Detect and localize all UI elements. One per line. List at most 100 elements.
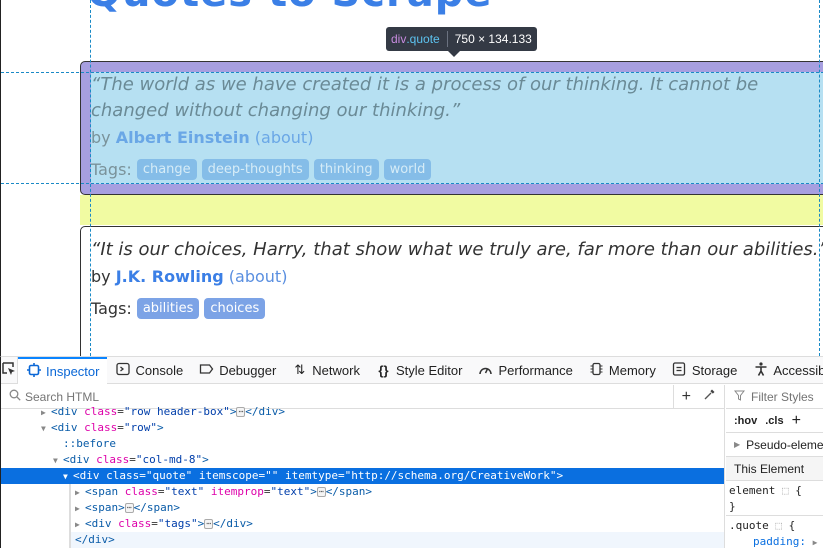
- expand-arrow-icon[interactable]: ▶: [75, 517, 85, 533]
- devtools-panel: Inspector Console Debugger ⇅ Network {} …: [0, 356, 823, 548]
- page-title[interactable]: Quotes to Scrape: [87, 0, 492, 16]
- markup-view: + ▶<div class="row header-box">⋯</div> ▼…: [1, 384, 725, 548]
- node-tag: <div: [51, 421, 78, 434]
- tab-performance[interactable]: Performance: [470, 357, 580, 384]
- collapse-arrow-icon[interactable]: ▼: [53, 453, 63, 469]
- about-link[interactable]: (about): [255, 128, 314, 147]
- tab-accessibility[interactable]: Accessibility: [745, 357, 823, 384]
- tab-inspector[interactable]: Inspector: [18, 356, 108, 384]
- markup-tree: ▶ <div class="row header-box"> ⋯ </div> ▼ <d…: [1, 404, 724, 548]
- markup-node[interactable]: ::before: [1, 436, 724, 452]
- node-attr: class: [118, 517, 152, 530]
- markup-node[interactable]: ▶ <span> ⋯ </span>: [69, 500, 724, 516]
- node-close-tag: </div>: [245, 405, 286, 418]
- expand-arrow-icon[interactable]: ▶: [75, 485, 85, 501]
- expand-arrow-icon[interactable]: ▶: [75, 501, 85, 517]
- tab-memory[interactable]: Memory: [581, 357, 664, 384]
- node-attr-value: "text": [270, 485, 311, 498]
- markup-node[interactable]: ▶ <div class="tags"> ⋯ </div>: [69, 516, 724, 532]
- ellipsis-button[interactable]: ⋯: [124, 503, 134, 513]
- filter-styles-input[interactable]: Filter Styles: [751, 390, 814, 404]
- expand-arrow-icon: ▶: [734, 440, 741, 449]
- ellipsis-button[interactable]: ⋯: [236, 407, 246, 417]
- markup-node-selected[interactable]: ▼ <div class="quote" itemscope="" itemtyp…: [1, 468, 724, 484]
- element-rule: element ⬚ { }: [726, 481, 823, 516]
- tab-storage[interactable]: Storage: [664, 357, 746, 384]
- hov-toggle[interactable]: :hov: [734, 415, 757, 427]
- guide-line: [90, 0, 91, 356]
- node-attr: itemscope: [198, 469, 259, 482]
- margin-highlight: [80, 195, 823, 225]
- element-picker-icon: [1, 361, 17, 380]
- collapse-arrow-icon[interactable]: ▼: [63, 469, 73, 485]
- tab-console[interactable]: Console: [107, 357, 191, 384]
- tab-label: Accessibility: [773, 362, 823, 378]
- tab-network[interactable]: ⇅ Network: [284, 357, 368, 384]
- expand-arrow-icon[interactable]: ▶: [41, 405, 51, 421]
- cls-toggle[interactable]: .cls: [765, 415, 783, 427]
- add-node-button[interactable]: +: [682, 388, 691, 406]
- node-attr: itemtype: [284, 469, 338, 482]
- eyedropper-icon[interactable]: [703, 388, 716, 406]
- tag-link[interactable]: change: [136, 159, 197, 180]
- author-name: J.K. Rowling: [115, 267, 224, 286]
- tag-link[interactable]: abilities: [136, 298, 200, 319]
- expand-arrow-icon[interactable]: ▶: [813, 538, 818, 547]
- filter-styles-bar[interactable]: Filter Styles: [726, 385, 823, 409]
- tag-link[interactable]: world: [383, 159, 432, 180]
- quote-card: “It is our choices, Harry, that show wha…: [80, 226, 823, 356]
- tag-link[interactable]: thinking: [313, 159, 379, 180]
- infobar-tag: div: [391, 32, 407, 46]
- node-tag-end: >: [556, 469, 564, 482]
- markup-node[interactable]: ▶ <div class="row header-box"> ⋯ </div>: [1, 404, 724, 420]
- search-icon: [9, 389, 21, 404]
- about-link[interactable]: (about): [229, 267, 288, 286]
- quote-text: “It is our choices, Harry, that show wha…: [91, 239, 823, 260]
- markup-node[interactable]: </div>: [69, 532, 724, 548]
- grid-icon: ⬚: [775, 519, 782, 532]
- collapse-arrow-icon[interactable]: ▼: [41, 421, 51, 437]
- rule-selector: element: [729, 484, 776, 497]
- ellipsis-button[interactable]: ⋯: [316, 487, 326, 497]
- quote-card: “The world as we have created it is a pr…: [80, 61, 823, 195]
- node-close-tag: </div>: [213, 517, 253, 530]
- markup-node[interactable]: ▼ <div class="col-md-8">: [1, 452, 724, 468]
- node-close-tag: </span>: [325, 485, 373, 498]
- tags-row: Tags: change deep-thoughts thinking worl…: [91, 159, 823, 180]
- tab-label: Debugger: [219, 362, 277, 378]
- tab-label: Inspector: [46, 363, 100, 379]
- console-icon: [115, 362, 130, 379]
- infobar-arrow: [448, 51, 460, 57]
- guide-line: [1, 183, 823, 184]
- storage-icon: [672, 361, 687, 379]
- network-icon: ⇅: [294, 362, 306, 377]
- node-attr: class: [124, 485, 158, 498]
- add-rule-button[interactable]: +: [792, 412, 801, 430]
- ellipsis-button[interactable]: ⋯: [204, 519, 214, 529]
- tab-label: Style Editor: [395, 362, 463, 378]
- tab-label: Memory: [608, 362, 656, 378]
- inspector-icon: [26, 362, 41, 380]
- tag-link[interactable]: choices: [204, 298, 266, 319]
- node-tag: <div: [63, 453, 90, 466]
- rule-selector[interactable]: .quote: [729, 519, 769, 532]
- node-close-tag: </div>: [75, 533, 115, 546]
- accessibility-icon: [753, 361, 768, 379]
- tags-row: Tags: abilities choices: [91, 298, 823, 319]
- pseudo-elements-toggle[interactable]: ▶ Pseudo-elements: [726, 433, 823, 457]
- filter-icon: [733, 390, 746, 404]
- quote-rule: .quote ⬚ { padding: ▶: [729, 519, 818, 548]
- node-close-tag: </span>: [133, 501, 180, 514]
- element-picker-button[interactable]: [1, 356, 18, 384]
- tab-debugger[interactable]: Debugger: [191, 357, 284, 384]
- tag-link[interactable]: deep-thoughts: [201, 159, 309, 180]
- by-label: by: [91, 128, 111, 147]
- property-name[interactable]: padding:: [753, 535, 806, 548]
- search-html-input[interactable]: [25, 389, 669, 404]
- performance-icon: [478, 362, 493, 379]
- markup-node[interactable]: ▶ <span class="text" itemprop="text"> ⋯ </s…: [69, 484, 724, 500]
- devtools-toolbar: Inspector Console Debugger ⇅ Network {} …: [1, 356, 823, 384]
- tab-style-editor[interactable]: {} Style Editor: [368, 357, 470, 384]
- markup-node[interactable]: ▼ <div class="row">: [1, 420, 724, 436]
- node-tag-end: >: [157, 421, 164, 434]
